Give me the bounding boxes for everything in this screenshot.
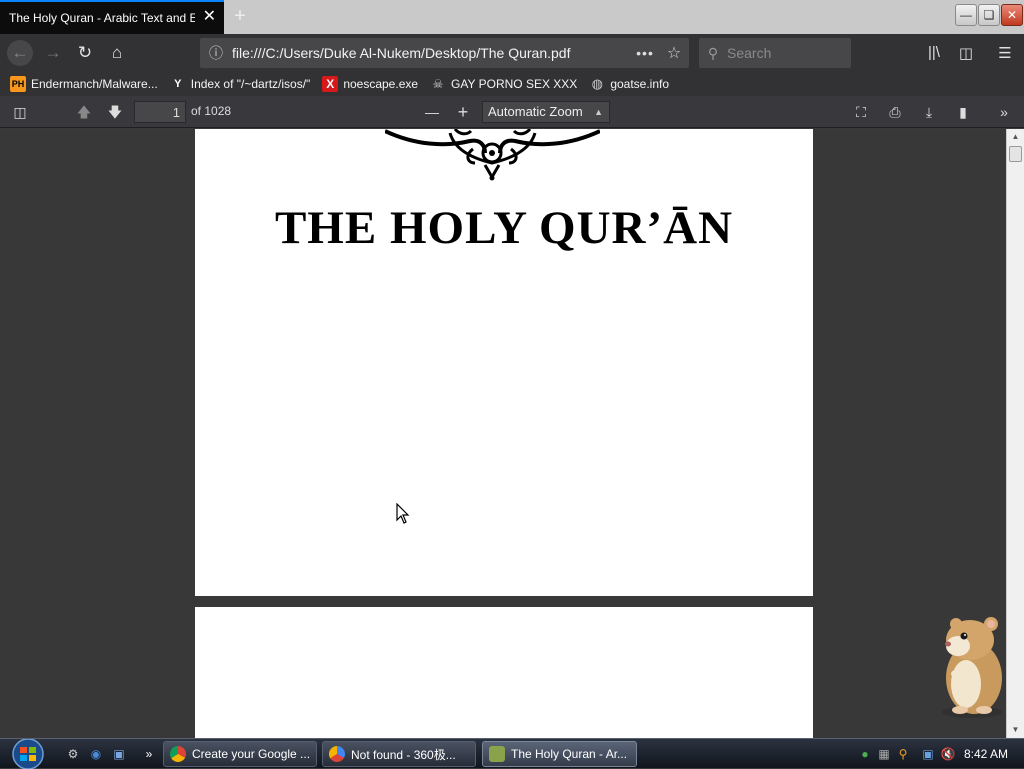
- bookmarks-toolbar: PH Endermanch/Malware... Y Index of "/~d…: [0, 72, 1024, 96]
- page-count: of 1028: [191, 104, 232, 118]
- star-icon[interactable]: ☆: [659, 43, 689, 63]
- presentation-mode-icon[interactable]: ⛶: [850, 103, 872, 121]
- tray-app-icon[interactable]: ▦: [876, 746, 892, 762]
- zoom-out-icon[interactable]: —: [421, 103, 443, 121]
- tools-chevron-icon[interactable]: »: [993, 103, 1015, 121]
- print-icon[interactable]: ⎙: [884, 103, 906, 121]
- page-actions-icon[interactable]: •••: [631, 45, 659, 61]
- mouse-cursor-icon: [396, 503, 410, 524]
- vertical-scrollbar[interactable]: ▲ ▼: [1006, 129, 1024, 738]
- zoom-select[interactable]: Automatic Zoom ▲▼: [482, 101, 610, 137]
- tab-strip: The Holy Quran - Arabic Text and English…: [0, 0, 1024, 34]
- window-close-button[interactable]: ✕: [1001, 4, 1023, 26]
- download-icon[interactable]: ⤓: [918, 103, 940, 121]
- taskbar-item-label: Create your Google ...: [192, 747, 311, 761]
- previous-page-icon[interactable]: 🡅: [73, 103, 95, 121]
- ycombinator-favicon-icon: Y: [174, 78, 182, 90]
- home-icon[interactable]: ⌂: [104, 40, 130, 66]
- minimize-button[interactable]: —: [955, 4, 977, 26]
- tab-title: The Holy Quran - Arabic Text and English…: [9, 11, 195, 25]
- firefox-hamster-icon: [489, 746, 505, 762]
- bookmark-label: Index of "/~dartz/isos/": [190, 77, 311, 91]
- pdf-viewer[interactable]: THE HOLY QUR’ĀN: [0, 129, 1006, 738]
- quicklaunch-chevron-icon[interactable]: »: [141, 746, 157, 762]
- chrome-icon: [329, 746, 345, 762]
- show-desktop-icon[interactable]: ▣: [111, 746, 127, 762]
- bookmark-label: noescape.exe: [343, 77, 419, 91]
- pdf-toolbar: ◫ 🡅 🡇 of 1028 — + Automatic Zoom ▲▼ ⛶ ⎙ …: [0, 96, 1024, 137]
- quicklaunch-ie-icon[interactable]: ◉: [88, 746, 104, 762]
- search-box[interactable]: ⚲: [699, 38, 851, 68]
- clock[interactable]: 8:42 AM: [964, 747, 1008, 761]
- reload-icon[interactable]: ↻: [72, 40, 98, 66]
- bookmark-label: Endermanch/Malware...: [31, 77, 158, 91]
- tray-display-icon[interactable]: ▣: [920, 746, 936, 762]
- tray-network-icon[interactable]: ●: [857, 746, 873, 762]
- url-bar[interactable]: ⓘ file:///C:/Users/Duke Al-Nukem/Desktop…: [200, 38, 689, 68]
- bookmark-item[interactable]: X noescape.exe: [322, 76, 418, 92]
- document-title: THE HOLY QUR’ĀN: [274, 202, 734, 254]
- taskbar-item-label: Not found - 360极...: [351, 747, 456, 762]
- forward-arrow-icon[interactable]: →: [40, 40, 66, 66]
- info-icon[interactable]: ⓘ: [200, 43, 232, 63]
- tray-volume-muted-icon[interactable]: 🔇: [940, 746, 956, 762]
- windows-taskbar: ⚙ ◉ ▣ » Create your Google ... Not found…: [0, 738, 1024, 769]
- zoom-in-icon[interactable]: +: [452, 103, 474, 121]
- bookmark-icon[interactable]: ▮: [952, 103, 974, 121]
- taskbar-item[interactable]: Not found - 360极...: [322, 741, 476, 767]
- close-tab-icon[interactable]: ✕: [203, 8, 216, 26]
- zoom-select-value: Automatic Zoom: [488, 104, 583, 119]
- tray-search-icon[interactable]: ⚲: [895, 746, 911, 762]
- bookmark-label: GAY PORNO SEX XXX: [451, 77, 578, 91]
- taskbar-item-active[interactable]: The Holy Quran - Ar...: [482, 741, 637, 767]
- windows-start-icon[interactable]: [8, 739, 48, 769]
- scroll-down-arrow-icon[interactable]: ▼: [1007, 722, 1024, 738]
- tab-active[interactable]: The Holy Quran - Arabic Text and English…: [0, 0, 224, 34]
- quicklaunch-hamster-icon[interactable]: ⚙: [65, 746, 81, 762]
- bookmark-item[interactable]: PH Endermanch/Malware...: [10, 76, 158, 92]
- bookmark-item[interactable]: Y Index of "/~dartz/isos/": [170, 76, 311, 92]
- scroll-thumb[interactable]: [1009, 146, 1022, 162]
- page-number-input[interactable]: [134, 101, 186, 123]
- skull-favicon-icon: ☠: [432, 77, 444, 91]
- chrome-icon: [170, 746, 186, 762]
- bookmark-label: goatse.info: [610, 77, 670, 91]
- toggle-sidebar-icon[interactable]: ◫: [9, 103, 31, 121]
- ornament-icon: [385, 129, 600, 181]
- taskbar-item-label: The Holy Quran - Ar...: [511, 747, 628, 761]
- globe-icon: ◍: [591, 76, 603, 91]
- scroll-up-arrow-icon[interactable]: ▲: [1007, 129, 1024, 145]
- pdf-page: [195, 607, 813, 738]
- menu-icon[interactable]: ☰: [994, 44, 1016, 62]
- maximize-button[interactable]: ❏: [978, 4, 1000, 26]
- taskbar-item[interactable]: Create your Google ...: [163, 741, 317, 767]
- library-icon[interactable]: ||\: [923, 44, 945, 61]
- bookmark-item[interactable]: ☠ GAY PORNO SEX XXX: [430, 76, 578, 92]
- search-input[interactable]: [727, 45, 842, 61]
- sidebar-icon[interactable]: ◫: [955, 44, 977, 62]
- pdf-page: THE HOLY QUR’ĀN: [195, 129, 813, 596]
- back-arrow-icon[interactable]: ←: [7, 40, 33, 66]
- new-tab-button[interactable]: +: [228, 5, 252, 29]
- x-favicon-icon: X: [322, 76, 339, 92]
- nav-bar: ← → ↻ ⌂ ⓘ file:///C:/Users/Duke Al-Nukem…: [0, 34, 1024, 72]
- url-text[interactable]: file:///C:/Users/Duke Al-Nukem/Desktop/T…: [232, 45, 631, 61]
- hamster-mascot-icon: [942, 617, 1002, 718]
- search-icon: ⚲: [707, 44, 719, 61]
- next-page-icon[interactable]: 🡇: [104, 103, 126, 121]
- bookmark-item[interactable]: ◍ goatse.info: [589, 76, 669, 92]
- pornhub-favicon-icon: PH: [10, 76, 26, 92]
